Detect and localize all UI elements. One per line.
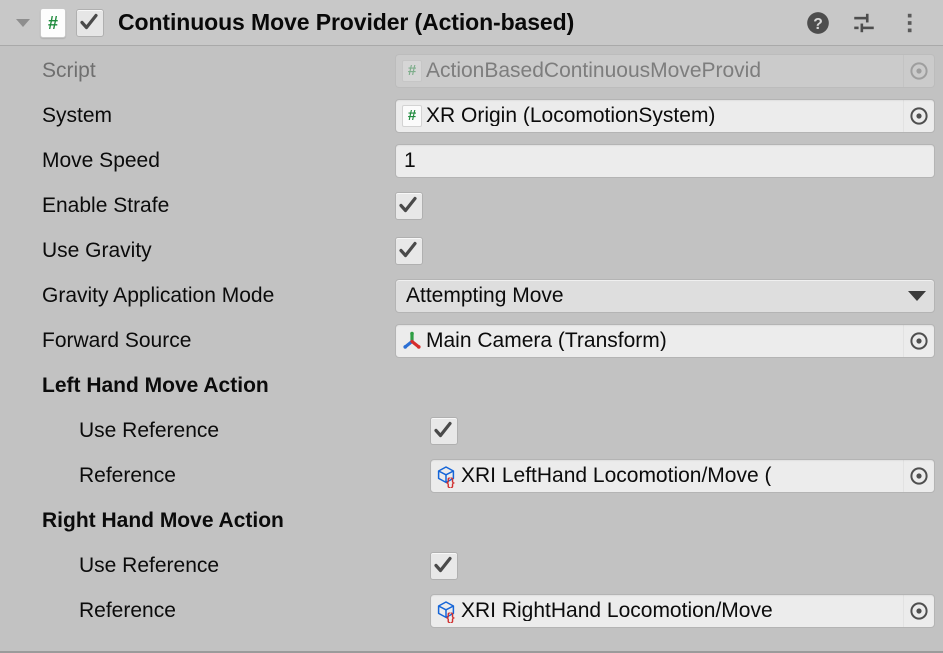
chevron-down-icon xyxy=(908,290,926,301)
use-gravity-checkbox[interactable] xyxy=(395,236,423,265)
component-enabled-checkbox[interactable] xyxy=(76,8,104,37)
label-script: Script xyxy=(42,59,96,82)
label-left-hand-move-action: Left Hand Move Action xyxy=(42,374,269,397)
field-area-move-speed: 1 xyxy=(395,138,943,183)
svg-text:?: ? xyxy=(813,15,823,32)
component-header[interactable]: # Continuous Move Provider (Action-based… xyxy=(0,0,943,46)
script-icon: # xyxy=(400,104,424,128)
label-move-speed: Move Speed xyxy=(42,149,160,172)
right-reference-value: XRI RightHand Locomotion/Move xyxy=(461,600,773,621)
script-object-value: ActionBasedContinuousMoveProvid xyxy=(426,60,762,81)
object-picker-button[interactable] xyxy=(903,99,934,132)
label-gravity-application-mode: Gravity Application Mode xyxy=(42,284,275,307)
page-title: Continuous Move Provider (Action-based) xyxy=(118,9,575,35)
field-area-left-use-reference xyxy=(430,408,943,453)
right-reference-object-field[interactable]: {} XRI RightHand Locomotion/Move xyxy=(430,593,935,628)
header-icon-group: ? xyxy=(805,10,923,36)
foldout-arrow-icon[interactable] xyxy=(14,14,32,32)
script-icon-glyph: # xyxy=(47,12,58,33)
checkmark-icon xyxy=(399,196,417,212)
forward-source-object-field[interactable]: Main Camera (Transform) xyxy=(395,323,935,358)
help-icon[interactable]: ? xyxy=(805,10,831,36)
label-right-reference: Reference xyxy=(79,599,176,622)
field-area-script: # ActionBasedContinuousMoveProvid xyxy=(395,48,943,93)
property-row-right-use-reference: Use Reference xyxy=(0,543,943,588)
field-area-right-use-reference xyxy=(430,543,943,588)
gravity-application-mode-dropdown[interactable]: Attempting Move xyxy=(395,278,935,313)
label-right-use-reference: Use Reference xyxy=(79,554,220,577)
label-forward-source: Forward Source xyxy=(42,329,192,352)
property-row-gravity-application-mode: Gravity Application Mode Attempting Move xyxy=(0,273,943,318)
property-row-left-reference: Reference {} XRI LeftHand Locomotion/Mov… xyxy=(0,453,943,498)
gravity-application-mode-value: Attempting Move xyxy=(406,284,564,307)
system-object-field[interactable]: # XR Origin (LocomotionSystem) xyxy=(395,98,935,133)
property-row-right-reference: Reference {} XRI RightHand Locomotion/Mo… xyxy=(0,588,943,633)
property-rows: Script # ActionBasedContinuousMoveProvid… xyxy=(0,46,943,633)
checkmark-icon xyxy=(80,13,98,29)
script-icon: # xyxy=(400,59,424,83)
component-inspector: # Continuous Move Provider (Action-based… xyxy=(0,0,943,653)
left-use-reference-checkbox[interactable] xyxy=(430,416,458,445)
property-row-script: Script # ActionBasedContinuousMoveProvid xyxy=(0,48,943,93)
property-row-system: System # XR Origin (LocomotionSystem) xyxy=(0,93,943,138)
target-icon xyxy=(910,466,928,485)
section-header-right-hand-move-action: Right Hand Move Action xyxy=(0,498,943,543)
object-picker-button xyxy=(903,54,934,87)
label-system: System xyxy=(42,104,113,127)
field-area-use-gravity xyxy=(395,228,943,273)
transform-axes-icon xyxy=(403,331,421,349)
property-row-use-gravity: Use Gravity xyxy=(0,228,943,273)
preset-icon[interactable] xyxy=(851,10,877,36)
target-icon xyxy=(910,601,928,620)
section-header-left-hand-move-action: Left Hand Move Action xyxy=(0,363,943,408)
system-object-value: XR Origin (LocomotionSystem) xyxy=(426,105,716,126)
action-asset-cube-icon: {} xyxy=(437,600,455,623)
script-icon: # xyxy=(40,7,66,38)
object-picker-button[interactable] xyxy=(903,324,934,357)
property-row-enable-strafe: Enable Strafe xyxy=(0,183,943,228)
field-area-forward-source: Main Camera (Transform) xyxy=(395,318,943,363)
label-left-use-reference: Use Reference xyxy=(79,419,220,442)
target-icon xyxy=(910,61,928,80)
svg-text:{}: {} xyxy=(446,476,455,487)
input-action-reference-icon: {} xyxy=(435,599,459,623)
field-area-system: # XR Origin (LocomotionSystem) xyxy=(395,93,943,138)
checkmark-icon xyxy=(399,241,417,257)
property-row-left-use-reference: Use Reference xyxy=(0,408,943,453)
property-row-move-speed: Move Speed 1 xyxy=(0,138,943,183)
label-left-reference: Reference xyxy=(79,464,176,487)
checkmark-icon xyxy=(434,421,452,437)
checkmark-icon xyxy=(434,556,452,572)
field-area-right-reference: {} XRI RightHand Locomotion/Move xyxy=(430,588,943,633)
enable-strafe-checkbox[interactable] xyxy=(395,191,423,220)
label-right-hand-move-action: Right Hand Move Action xyxy=(42,509,284,532)
label-enable-strafe: Enable Strafe xyxy=(42,194,170,217)
right-use-reference-checkbox[interactable] xyxy=(430,551,458,580)
left-reference-value: XRI LeftHand Locomotion/Move ( xyxy=(461,465,772,486)
object-picker-button[interactable] xyxy=(903,459,934,492)
more-menu-icon[interactable] xyxy=(897,10,923,36)
action-asset-cube-icon: {} xyxy=(437,465,455,488)
property-row-forward-source: Forward Source Main Camera (Transform) xyxy=(0,318,943,363)
field-area-enable-strafe xyxy=(395,183,943,228)
input-action-reference-icon: {} xyxy=(435,464,459,488)
target-icon xyxy=(910,106,928,125)
forward-source-value: Main Camera (Transform) xyxy=(426,330,667,351)
field-area-left-reference: {} XRI LeftHand Locomotion/Move ( xyxy=(430,453,943,498)
script-object-field: # ActionBasedContinuousMoveProvid xyxy=(395,53,935,88)
transform-icon xyxy=(400,329,424,353)
move-speed-input[interactable]: 1 xyxy=(395,143,935,178)
label-use-gravity: Use Gravity xyxy=(42,239,152,262)
field-area-gravity-application-mode: Attempting Move xyxy=(395,273,943,318)
left-reference-object-field[interactable]: {} XRI LeftHand Locomotion/Move ( xyxy=(430,458,935,493)
svg-text:{}: {} xyxy=(446,611,455,622)
target-icon xyxy=(910,331,928,350)
object-picker-button[interactable] xyxy=(903,594,934,627)
